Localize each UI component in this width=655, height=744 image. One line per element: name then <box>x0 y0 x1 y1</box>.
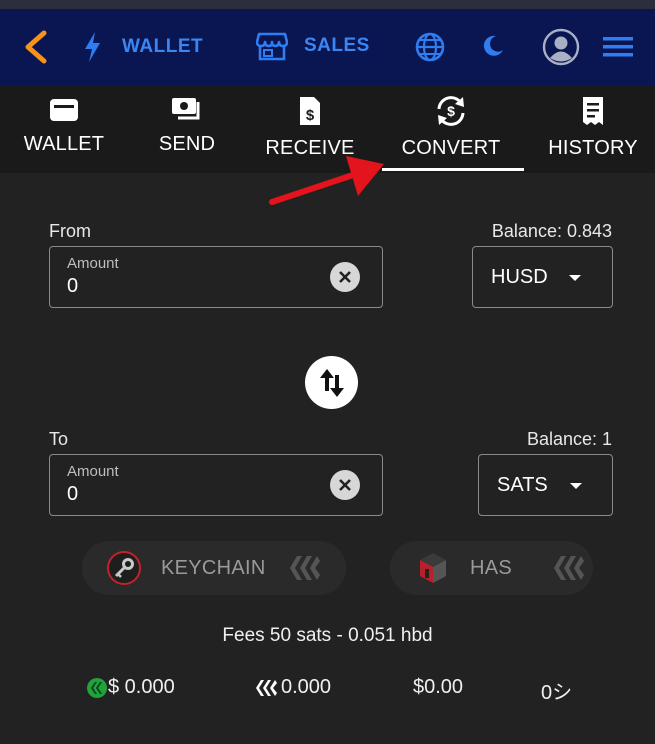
history-icon <box>583 97 603 125</box>
swap-icon <box>319 368 344 397</box>
sats-balance-value: 0シ <box>541 682 573 704</box>
from-amount-field[interactable]: Amount 0 <box>49 246 383 308</box>
store-icon <box>256 32 288 61</box>
to-amount-label: Amount <box>67 463 119 480</box>
menu-button[interactable] <box>603 36 633 58</box>
send-money-icon <box>172 98 200 120</box>
hive-icon <box>256 679 277 696</box>
tab-send[interactable]: SEND <box>142 85 232 173</box>
has-button[interactable]: HAS <box>390 541 593 595</box>
swap-button[interactable] <box>305 356 358 409</box>
has-icon <box>420 553 446 583</box>
to-balance: Balance: 1 <box>526 429 612 449</box>
annotation-arrow-icon <box>269 156 384 205</box>
to-amount-input[interactable]: 0 <box>67 483 78 506</box>
tab-history-label: HISTORY <box>548 137 638 159</box>
back-icon <box>25 30 47 64</box>
back-button[interactable] <box>20 29 50 65</box>
hive-balance: 0.000 <box>255 676 331 699</box>
tab-wallet[interactable]: WALLET <box>14 85 114 173</box>
receive-icon: $ <box>300 97 320 125</box>
to-clear-button[interactable] <box>330 470 360 500</box>
usd-balance-value: $0.00 <box>413 676 464 698</box>
close-circle-icon <box>339 271 351 283</box>
top-navbar: WALLET SALES <box>0 9 655 85</box>
menu-icon <box>603 37 633 57</box>
account-button[interactable] <box>542 28 580 66</box>
close-circle-icon <box>339 479 351 491</box>
tab-convert[interactable]: $ CONVERT <box>396 85 506 173</box>
from-clear-button[interactable] <box>330 262 360 292</box>
active-tab-indicator <box>382 168 524 171</box>
hive-icon <box>554 556 585 580</box>
language-button[interactable] <box>415 32 445 62</box>
dark-mode-button[interactable] <box>481 34 505 58</box>
svg-text:$: $ <box>306 107 315 124</box>
hive-balance-value: 0.000 <box>281 676 332 698</box>
tab-history[interactable]: HISTORY <box>543 85 643 173</box>
from-amount-label: Amount <box>67 255 119 272</box>
chevron-down-icon <box>569 275 581 281</box>
chevron-down-icon <box>570 483 582 489</box>
hbd-balance-value: $ 0.000 <box>108 676 175 698</box>
moon-icon <box>483 35 503 56</box>
sats-balance: 0シ <box>541 676 572 705</box>
from-amount-input[interactable]: 0 <box>67 275 78 298</box>
fees-text: Fees 50 sats - 0.051 hbd <box>222 625 433 646</box>
tab-send-label: SEND <box>158 133 216 155</box>
from-currency-value: HUSD <box>491 265 548 288</box>
keychain-button[interactable]: KEYCHAIN <box>82 541 346 595</box>
to-label: To <box>49 429 69 449</box>
from-currency-select[interactable]: HUSD <box>472 246 613 308</box>
hbd-icon <box>87 677 107 698</box>
to-currency-select[interactable]: SATS <box>478 454 613 516</box>
lightning-icon <box>85 32 100 62</box>
nav-sales-label: SALES <box>304 35 370 56</box>
status-strip <box>0 0 655 9</box>
keychain-label: KEYCHAIN <box>161 556 266 579</box>
wallet-icon <box>50 99 78 121</box>
nav-wallet-label: WALLET <box>122 36 204 57</box>
usd-balance: $0.00 <box>413 676 463 699</box>
convert-icon: $ <box>437 96 465 126</box>
account-icon <box>542 28 580 66</box>
tab-convert-label: CONVERT <box>401 137 501 159</box>
has-label: HAS <box>470 556 513 579</box>
hbd-balance: $ 0.000 <box>86 676 175 699</box>
from-balance: Balance: 0.843 <box>491 221 612 241</box>
keychain-icon <box>107 551 141 585</box>
tab-wallet-label: WALLET <box>23 133 105 155</box>
svg-text:$: $ <box>447 103 455 119</box>
to-amount-field[interactable]: Amount 0 <box>49 454 383 516</box>
nav-sales-link[interactable]: SALES <box>256 31 370 61</box>
globe-icon <box>415 32 445 62</box>
from-label: From <box>49 221 91 241</box>
nav-wallet-link[interactable]: WALLET <box>82 31 203 63</box>
to-currency-value: SATS <box>497 473 548 496</box>
hive-icon <box>289 556 320 580</box>
